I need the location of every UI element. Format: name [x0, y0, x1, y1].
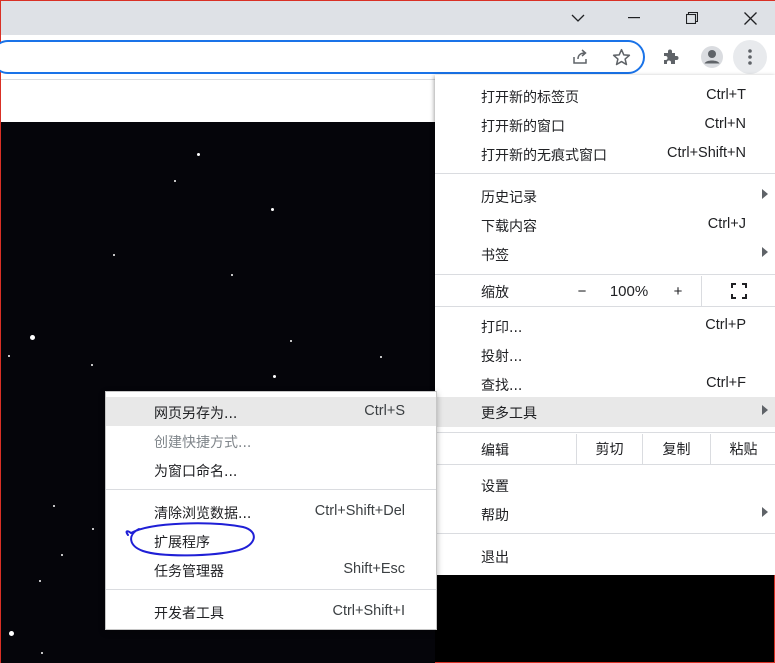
menu-item-help[interactable]: 帮助 — [435, 499, 775, 528]
menu-separator — [435, 274, 775, 275]
menu-item-settings[interactable]: 设置 — [435, 470, 775, 499]
menu-item-shortcut: Ctrl+N — [704, 116, 747, 132]
submenu-item-task-manager[interactable]: 任务管理器 Shift+Esc — [106, 555, 436, 584]
address-bar[interactable] — [0, 40, 645, 74]
title-bar — [1, 1, 775, 35]
menu-item-incognito[interactable]: 打开新的无痕式窗口 Ctrl+Shift+N — [435, 139, 775, 168]
cut-button[interactable]: 剪切 — [576, 434, 642, 464]
menu-item-history[interactable]: 历史记录 — [435, 181, 775, 210]
submenu-item-dev-tools[interactable]: 开发者工具 Ctrl+Shift+I — [106, 597, 436, 626]
puzzle-icon — [664, 49, 679, 64]
star-icon — [612, 48, 630, 65]
menu-item-label: 书签 — [481, 248, 509, 264]
submenu-item-shortcut: Ctrl+Shift+Del — [314, 503, 405, 519]
menu-item-new-window[interactable]: 打开新的窗口 Ctrl+N — [435, 110, 775, 139]
chevron-right-icon — [762, 405, 768, 415]
chevron-down-icon — [571, 14, 585, 22]
menu-item-new-tab[interactable]: 打开新的标签页 Ctrl+T — [435, 81, 775, 110]
submenu-item-label: 开发者工具 — [154, 606, 224, 622]
menu-item-exit[interactable]: 退出 — [435, 541, 775, 570]
menu-separator — [435, 464, 775, 465]
paste-button[interactable]: 粘贴 — [710, 434, 775, 464]
menu-separator — [435, 306, 775, 307]
copy-button[interactable]: 复制 — [642, 434, 710, 464]
zoom-level: 100% — [609, 282, 649, 300]
zoom-out-button[interactable]: − — [567, 276, 597, 306]
menu-item-downloads[interactable]: 下载内容 Ctrl+J — [435, 210, 775, 239]
browser-toolbar — [0, 35, 775, 79]
submenu-item-label: 扩展程序 — [154, 535, 210, 551]
chrome-main-menu: 打开新的标签页 Ctrl+T 打开新的窗口 Ctrl+N 打开新的无痕式窗口 C… — [435, 75, 775, 575]
menu-item-shortcut: Ctrl+P — [705, 317, 746, 333]
submenu-item-name-window[interactable]: 为窗口命名... — [106, 455, 436, 484]
submenu-item-label: 为窗口命名... — [154, 464, 238, 480]
menu-item-label: 设置 — [481, 479, 509, 495]
menu-item-bookmarks[interactable]: 书签 — [435, 239, 775, 268]
menu-item-label: 下载内容 — [481, 219, 537, 235]
menu-item-label: 更多工具 — [481, 406, 537, 422]
menu-item-label: 打印... — [481, 320, 523, 336]
menu-item-label: 投射... — [481, 349, 523, 365]
submenu-separator — [106, 489, 436, 490]
restore-button[interactable] — [663, 1, 721, 35]
edit-label: 编辑 — [481, 443, 509, 459]
bookmark-button[interactable] — [608, 44, 634, 70]
tab-search-button[interactable] — [549, 1, 607, 35]
close-button[interactable] — [721, 1, 775, 35]
menu-item-find[interactable]: 查找... Ctrl+F — [435, 369, 775, 398]
fullscreen-icon — [731, 283, 747, 299]
menu-item-label: 退出 — [481, 550, 509, 566]
submenu-item-shortcut: Ctrl+Shift+I — [332, 603, 405, 619]
menu-item-label: 打开新的无痕式窗口 — [481, 148, 607, 164]
menu-item-label: 打开新的标签页 — [481, 90, 579, 106]
share-icon — [573, 49, 587, 64]
zoom-label: 缩放 — [481, 285, 509, 301]
menu-button[interactable] — [733, 40, 767, 74]
page-header-strip — [1, 79, 435, 122]
menu-separator — [435, 533, 775, 534]
submenu-item-save-page[interactable]: 网页另存为... Ctrl+S — [106, 397, 436, 426]
submenu-item-clear-data[interactable]: 清除浏览数据... Ctrl+Shift+Del — [106, 497, 436, 526]
restore-icon — [686, 12, 698, 24]
submenu-item-shortcut: Ctrl+S — [364, 403, 405, 419]
menu-item-more-tools[interactable]: 更多工具 — [435, 397, 775, 427]
fullscreen-button[interactable] — [701, 276, 775, 306]
submenu-item-shortcut: Shift+Esc — [343, 561, 405, 577]
zoom-in-button[interactable]: + — [663, 276, 693, 306]
submenu-item-label: 清除浏览数据... — [154, 506, 252, 522]
menu-separator — [435, 432, 775, 433]
menu-separator — [435, 173, 775, 174]
menu-item-shortcut: Ctrl+T — [706, 87, 746, 103]
more-tools-submenu: 网页另存为... Ctrl+S 创建快捷方式... 为窗口命名... 清除浏览数… — [105, 391, 437, 630]
submenu-item-create-shortcut[interactable]: 创建快捷方式... — [106, 426, 436, 455]
edit-row: 编辑 剪切 复制 粘贴 — [435, 434, 775, 464]
chevron-right-icon — [762, 189, 768, 199]
chevron-right-icon — [762, 247, 768, 257]
zoom-row: 缩放 − 100% + — [435, 276, 775, 306]
submenu-separator — [106, 589, 436, 590]
submenu-item-label: 网页另存为... — [154, 406, 238, 422]
menu-item-label: 历史记录 — [481, 190, 537, 206]
menu-item-shortcut: Ctrl+J — [707, 216, 746, 232]
submenu-item-label: 创建快捷方式... — [154, 435, 252, 451]
menu-item-print[interactable]: 打印... Ctrl+P — [435, 311, 775, 340]
minimize-button[interactable] — [605, 1, 663, 35]
minimize-icon — [628, 17, 640, 19]
menu-item-shortcut: Ctrl+Shift+N — [667, 145, 746, 161]
menu-item-shortcut: Ctrl+F — [706, 375, 746, 391]
menu-item-label: 打开新的窗口 — [481, 119, 565, 135]
close-icon — [743, 11, 757, 25]
submenu-item-extensions[interactable]: 扩展程序 — [106, 526, 436, 555]
submenu-item-label: 任务管理器 — [154, 564, 224, 580]
profile-icon — [701, 46, 723, 68]
profile-button[interactable] — [698, 43, 726, 71]
menu-item-label: 帮助 — [481, 508, 509, 524]
chevron-right-icon — [762, 507, 768, 517]
share-button[interactable] — [567, 44, 593, 70]
menu-item-label: 查找... — [481, 378, 523, 394]
menu-item-cast[interactable]: 投射... — [435, 340, 775, 369]
extensions-button[interactable] — [658, 44, 684, 70]
kebab-menu-icon — [748, 49, 752, 65]
